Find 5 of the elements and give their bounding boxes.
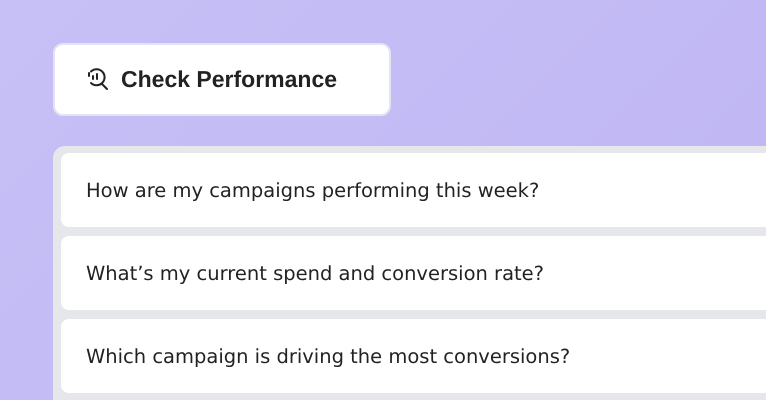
suggestion-item[interactable]: Which campaign is driving the most conversions? <box>61 319 766 393</box>
suggestion-item[interactable]: How are my campaigns performing this week? <box>61 153 766 227</box>
suggestion-item[interactable]: What’s my current spend and conversion rate? <box>61 236 766 310</box>
check-performance-button[interactable]: Check Performance <box>53 43 391 116</box>
chart-search-icon <box>85 66 111 92</box>
